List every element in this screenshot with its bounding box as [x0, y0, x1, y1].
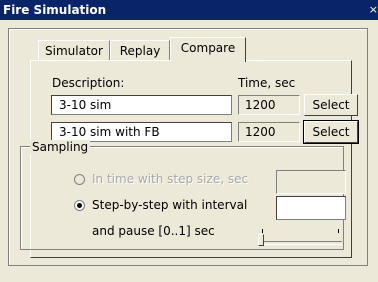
interval-input[interactable]: [276, 196, 346, 220]
description-header: Description:: [52, 76, 125, 90]
select-button-1[interactable]: Select: [304, 94, 358, 116]
radio-step-by-step[interactable]: [74, 200, 85, 211]
description-field-1[interactable]: 3-10 sim: [51, 95, 232, 115]
sampling-group-label: Sampling: [30, 140, 91, 154]
description-field-2[interactable]: 3-10 sim with FB: [51, 122, 232, 142]
time-field-2: 1200: [238, 122, 300, 142]
radio-in-time[interactable]: [74, 174, 85, 185]
slider-tick-max: [338, 229, 339, 233]
in-time-label: In time with step size, sec: [92, 172, 249, 186]
pause-slider-thumb[interactable]: [258, 234, 264, 246]
step-by-step-label: Step-by-step with interval: [92, 198, 248, 212]
select-button-2[interactable]: Select: [303, 120, 359, 144]
pause-slider-track[interactable]: [260, 241, 342, 245]
step-size-input: [276, 170, 346, 194]
time-field-1: 1200: [238, 95, 300, 115]
slider-tick-min: [262, 229, 263, 233]
time-header: Time, sec: [238, 76, 296, 90]
pause-label: and pause [0..1] sec: [92, 224, 215, 238]
